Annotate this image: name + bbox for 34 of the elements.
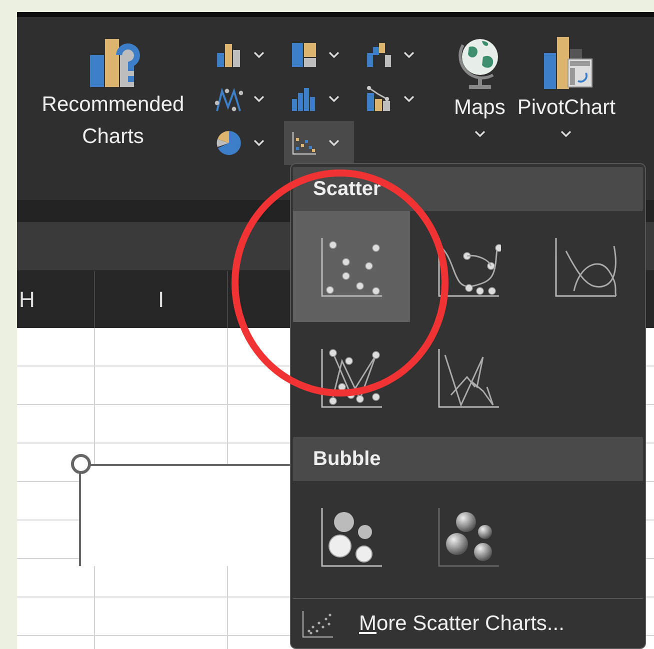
chevron-down-icon (328, 51, 340, 59)
line-chart-icon (215, 85, 243, 113)
straight-markers-chart-icon (320, 346, 384, 408)
more-scatter-charts-item[interactable]: More Scatter Charts... (293, 598, 643, 648)
chevron-down-icon (328, 139, 340, 147)
straight-lines-chart-icon (436, 346, 500, 408)
chevron-down-icon (403, 51, 415, 59)
chevron-down-icon (253, 51, 265, 59)
chevron-down-icon (403, 95, 415, 103)
maps-button[interactable]: Maps (448, 33, 512, 145)
scatter-chart-icon (301, 608, 335, 638)
bubble-3d-chart-icon (436, 506, 500, 568)
bubble-chart-icon (320, 506, 384, 568)
smooth-lines-chart-icon (554, 236, 618, 298)
treemap-chart-icon (290, 41, 318, 69)
smooth-markers-chart-icon (436, 236, 500, 298)
chevron-down-icon (253, 139, 265, 147)
combo-chart-icon (365, 85, 393, 113)
scatter-chart-icon (290, 129, 318, 157)
chevron-down-icon (560, 130, 572, 138)
pivotchart-button[interactable]: PivotChart (511, 33, 622, 145)
histogram-chart-icon (290, 85, 318, 113)
scatter-chart-button[interactable] (284, 121, 354, 165)
chart-frame[interactable] (79, 464, 290, 566)
markers-chart-icon (320, 236, 384, 298)
chevron-down-icon (328, 95, 340, 103)
pie-chart-icon (215, 129, 243, 157)
section-header: Bubble (293, 437, 643, 481)
waterfall-chart-icon (365, 41, 393, 69)
chevron-down-icon (474, 130, 486, 138)
column-chart-icon (215, 41, 243, 69)
chevron-down-icon (253, 95, 265, 103)
section-header: Scatter (293, 167, 643, 211)
recommended-charts-button[interactable]: Recommended Charts (19, 33, 207, 153)
